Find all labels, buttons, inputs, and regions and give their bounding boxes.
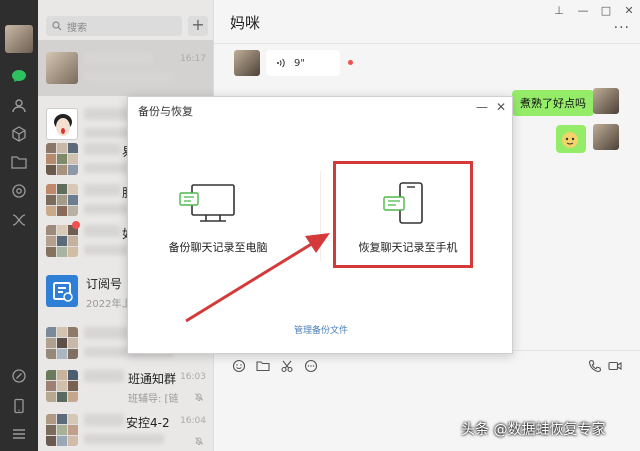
unread-dot	[72, 221, 80, 229]
voice-duration: 9"	[294, 57, 305, 69]
voice-unread-dot	[348, 60, 353, 65]
phone-icon[interactable]	[9, 396, 29, 416]
search-box[interactable]: 搜索	[46, 16, 182, 36]
manage-backup-files-link[interactable]: 管理备份文件	[128, 323, 514, 336]
add-button[interactable]: +	[188, 16, 208, 36]
voice-call-icon[interactable]	[588, 359, 602, 373]
scissors-icon[interactable]	[280, 359, 294, 373]
pin-button[interactable]: ⊥	[552, 4, 566, 18]
group-avatar	[46, 225, 78, 257]
emoji-icon[interactable]	[232, 359, 246, 373]
group-avatar	[46, 184, 78, 216]
input-toolbar	[232, 359, 318, 373]
search-placeholder: 搜索	[67, 22, 87, 34]
chat-icon[interactable]	[9, 66, 29, 86]
dialog-close-button[interactable]: ✕	[494, 100, 508, 114]
minimize-button[interactable]: —	[576, 4, 590, 18]
video-call-icon[interactable]	[608, 359, 622, 373]
voice-wave-icon	[277, 58, 285, 68]
highlight-box	[333, 161, 473, 268]
group-avatar	[46, 327, 78, 359]
contact-avatar[interactable]	[234, 50, 260, 76]
group-avatar	[46, 143, 78, 175]
dialog-minimize-button[interactable]: —	[475, 100, 489, 114]
group-avatar	[46, 414, 78, 446]
voice-message[interactable]: 9"	[266, 50, 340, 76]
list-item-time: 16:17	[180, 54, 206, 64]
list-item-preview: 2022年上	[86, 299, 132, 310]
chat-title: 妈咪	[230, 14, 261, 32]
close-button[interactable]: ✕	[622, 4, 636, 18]
user-avatar[interactable]	[5, 25, 33, 53]
options-divider	[320, 171, 321, 261]
sticker-message[interactable]	[556, 125, 586, 153]
sticker-icon	[562, 132, 578, 148]
dialog-title: 备份与恢复	[138, 105, 193, 118]
mute-bell-icon	[195, 393, 203, 401]
chat-bubble-icon[interactable]	[304, 359, 318, 373]
more-options-button[interactable]: ···	[614, 20, 630, 36]
backup-to-pc-label: 备份聊天记录至电脑	[168, 241, 268, 254]
nav-bar	[0, 0, 38, 451]
folder-icon[interactable]	[256, 359, 270, 373]
box-icon[interactable]	[9, 124, 29, 144]
menu-icon[interactable]	[9, 424, 29, 444]
moments-icon[interactable]	[9, 181, 29, 201]
backup-to-pc-option[interactable]: 备份聊天记录至电脑	[148, 177, 288, 257]
self-avatar[interactable]	[593, 88, 619, 114]
list-item-name: 安控4-2	[126, 416, 170, 430]
computer-icon	[179, 184, 235, 222]
list-item-time: 16:03	[180, 372, 206, 382]
list-item[interactable]: 安控4-2 16:04	[38, 402, 213, 451]
avatar	[46, 52, 78, 84]
search-icon	[52, 21, 62, 31]
header-divider	[214, 43, 640, 44]
list-item[interactable]: 16:17	[38, 40, 213, 96]
subscriptions-icon	[46, 275, 78, 307]
mini-program-icon[interactable]	[9, 210, 29, 230]
mute-bell-icon	[195, 437, 203, 445]
self-avatar[interactable]	[593, 124, 619, 150]
folder-icon[interactable]	[9, 152, 29, 172]
contacts-icon[interactable]	[9, 96, 29, 116]
maximize-button[interactable]: □	[599, 4, 613, 18]
list-item-name: 班通知群	[128, 372, 177, 386]
list-item-name: 订阅号	[86, 277, 123, 291]
link-icon[interactable]	[9, 366, 29, 386]
list-item-time: 16:04	[180, 416, 206, 426]
group-avatar	[46, 370, 78, 402]
watermark: 头条 @数据蛙恢复专家	[461, 422, 606, 438]
outgoing-message[interactable]: 煮熟了好点吗	[512, 90, 594, 116]
